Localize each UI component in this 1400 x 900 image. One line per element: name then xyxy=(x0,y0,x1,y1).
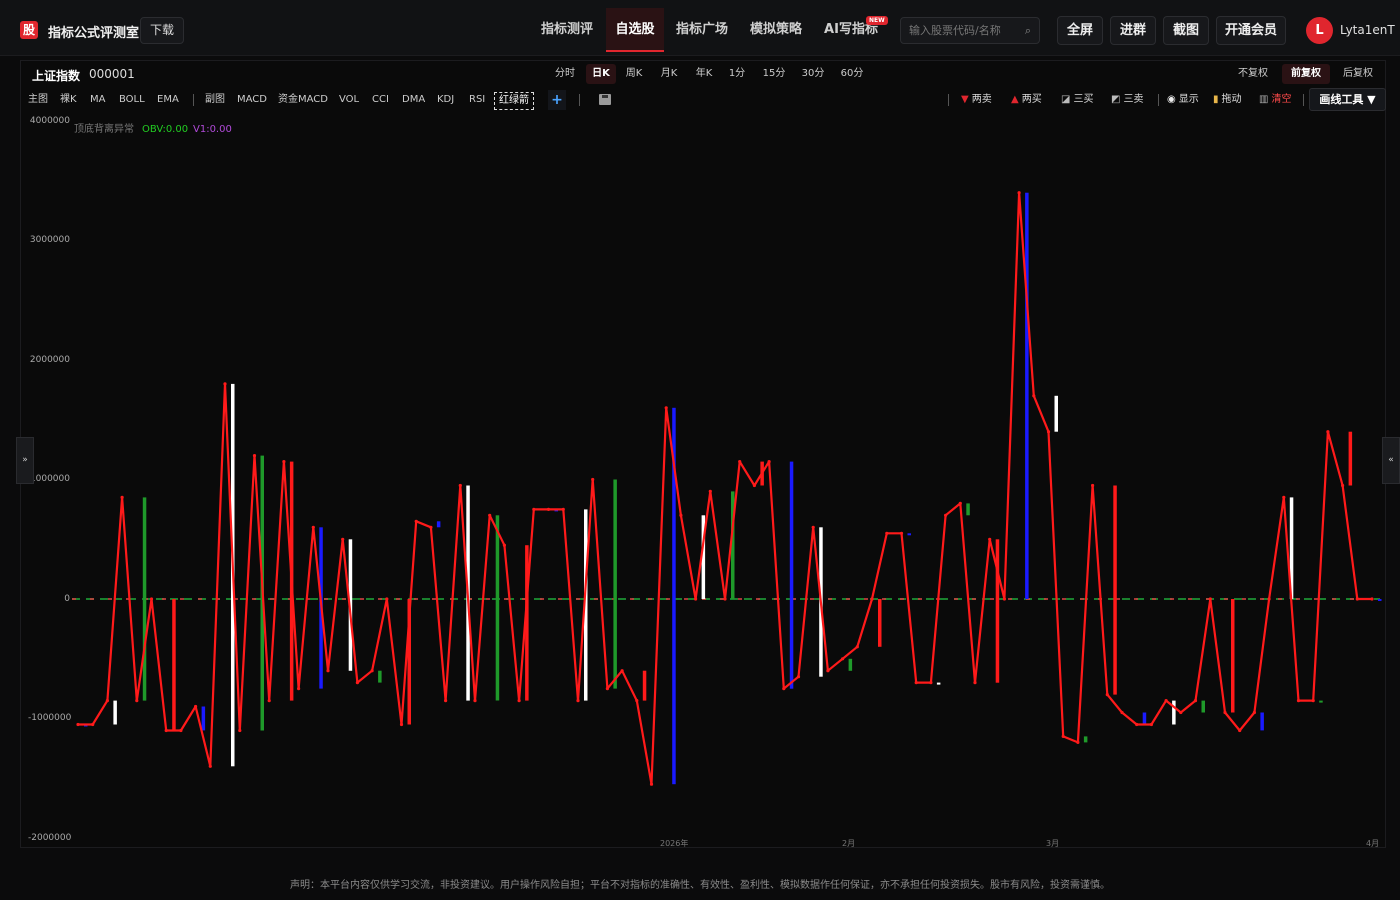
join-group-button[interactable]: 进群 xyxy=(1110,16,1156,45)
fullscreen-button[interactable]: 全屏 xyxy=(1057,16,1103,45)
nav-indicator-review[interactable]: 指标测评 xyxy=(532,8,602,52)
symbol-name: 上证指数 xyxy=(32,69,81,83)
adjust-none[interactable]: 不复权 xyxy=(1232,64,1274,84)
left-collapse-button[interactable]: » xyxy=(16,437,34,484)
y-tick-label: 1000000 xyxy=(29,474,70,484)
tool-label: 两买 xyxy=(1021,94,1042,105)
divider xyxy=(579,94,580,106)
add-indicator-icon[interactable]: + xyxy=(548,90,566,110)
tool-clear[interactable]: ▥ 清空 xyxy=(1259,92,1291,108)
ind-vol[interactable]: VOL xyxy=(339,92,359,108)
ind-cci[interactable]: CCI xyxy=(372,92,389,108)
tool-label: 拖动 xyxy=(1221,94,1242,105)
period-1min[interactable]: 1分 xyxy=(725,64,749,84)
disclaimer: 声明：本平台内容仅供学习交流，非投资建议。用户操作风险自担；平台不对指标的准确性… xyxy=(290,880,1110,891)
divider xyxy=(193,94,194,106)
adjust-forward[interactable]: 前复权 xyxy=(1282,64,1330,84)
right-collapse-button[interactable]: « xyxy=(1382,437,1400,484)
nav-indicator-plaza[interactable]: 指标广场 xyxy=(668,8,736,52)
three-sell-icon: ◩ xyxy=(1111,94,1121,105)
tool-label: 显示 xyxy=(1178,94,1199,105)
trash-icon: ▥ xyxy=(1259,94,1269,105)
avatar[interactable]: L xyxy=(1306,17,1333,44)
brand-title: 指标公式评测室 xyxy=(48,26,140,41)
nav-watchlist[interactable]: 自选股 xyxy=(606,8,664,52)
y-tick-label: 2000000 xyxy=(29,355,70,365)
screenshot-button[interactable]: 截图 xyxy=(1163,16,1209,45)
ind-rsi[interactable]: RSI xyxy=(469,92,485,108)
v1-value: V1:0.00 xyxy=(193,124,232,135)
tool-label: 清空 xyxy=(1271,94,1292,105)
ind-fund-macd[interactable]: 资金MACD xyxy=(278,92,328,108)
new-badge: NEW xyxy=(866,16,888,25)
logo-icon: 股 xyxy=(20,21,38,39)
triangle-down-icon: ▼ xyxy=(961,94,969,105)
tool-two-sell[interactable]: ▼ 两卖 xyxy=(961,92,992,108)
nav-sim-strategy[interactable]: 模拟策略 xyxy=(742,8,810,52)
ind-ema[interactable]: EMA xyxy=(157,92,179,108)
tool-drag[interactable]: ▮ 拖动 xyxy=(1213,92,1242,108)
tool-show[interactable]: ◉ 显示 xyxy=(1167,92,1199,108)
tool-two-buy[interactable]: ▲ 两买 xyxy=(1011,92,1042,108)
period-weekly[interactable]: 周K xyxy=(620,64,648,84)
ind-ma[interactable]: MA xyxy=(90,92,105,108)
ind-red-green-arrow[interactable]: 红绿箭 xyxy=(494,92,534,110)
divider xyxy=(1158,94,1159,106)
y-tick-label: 3000000 xyxy=(29,235,70,245)
tool-label: 两卖 xyxy=(971,94,992,105)
period-timeshare[interactable]: 分时 xyxy=(552,64,578,84)
indicator-name: 顶底背离异常 xyxy=(74,124,134,135)
period-15min[interactable]: 15分 xyxy=(760,64,788,84)
three-buy-icon: ◪ xyxy=(1061,94,1071,105)
adjust-backward[interactable]: 后复权 xyxy=(1337,64,1379,84)
divider xyxy=(1303,94,1304,106)
ind-naked-k[interactable]: 裸K xyxy=(60,92,77,108)
ind-sub[interactable]: 副图 xyxy=(205,92,225,108)
ind-dma[interactable]: DMA xyxy=(402,92,425,108)
username[interactable]: Lyta1enT xyxy=(1340,23,1395,37)
eye-icon: ◉ xyxy=(1167,94,1176,105)
obv-value: OBV:0.00 xyxy=(142,124,189,135)
membership-button[interactable]: 开通会员 xyxy=(1216,16,1286,45)
period-30min[interactable]: 30分 xyxy=(798,64,828,84)
triangle-up-icon: ▲ xyxy=(1011,94,1019,105)
chart-panel xyxy=(20,60,1386,848)
ind-boll[interactable]: BOLL xyxy=(119,92,145,108)
period-daily[interactable]: 日K xyxy=(586,64,616,84)
top-bar: 股 指标公式评测室 下载 指标测评 自选股 指标广场 模拟策略 AI写指标 NE… xyxy=(0,0,1400,56)
save-icon[interactable] xyxy=(599,94,611,105)
y-tick-label: -2000000 xyxy=(28,833,72,843)
search-box[interactable]: ⌕ xyxy=(900,17,1040,44)
lock-icon: ▮ xyxy=(1213,94,1219,105)
ind-main[interactable]: 主图 xyxy=(28,92,48,108)
tool-label: 三卖 xyxy=(1123,94,1144,105)
ind-kdj[interactable]: KDJ xyxy=(437,92,454,108)
period-60min[interactable]: 60分 xyxy=(838,64,866,84)
y-tick-label: -1000000 xyxy=(28,713,72,723)
draw-tool-dropdown[interactable]: 画线工具 ▼ xyxy=(1309,88,1386,111)
tool-label: 三买 xyxy=(1073,94,1094,105)
nav-ai-indicator[interactable]: AI写指标 xyxy=(816,8,886,52)
divider xyxy=(948,94,949,106)
tool-three-buy[interactable]: ◪ 三买 xyxy=(1061,92,1093,108)
period-yearly[interactable]: 年K xyxy=(690,64,718,84)
tool-three-sell[interactable]: ◩ 三卖 xyxy=(1111,92,1143,108)
symbol-code: 000001 xyxy=(89,67,135,81)
ind-macd[interactable]: MACD xyxy=(237,92,267,108)
search-icon[interactable]: ⌕ xyxy=(1025,24,1031,38)
y-tick-label: 4000000 xyxy=(29,116,70,126)
search-input[interactable] xyxy=(909,22,1019,39)
download-button[interactable]: 下载 xyxy=(140,17,184,44)
y-tick-label: 0 xyxy=(64,594,70,604)
period-monthly[interactable]: 月K xyxy=(655,64,683,84)
